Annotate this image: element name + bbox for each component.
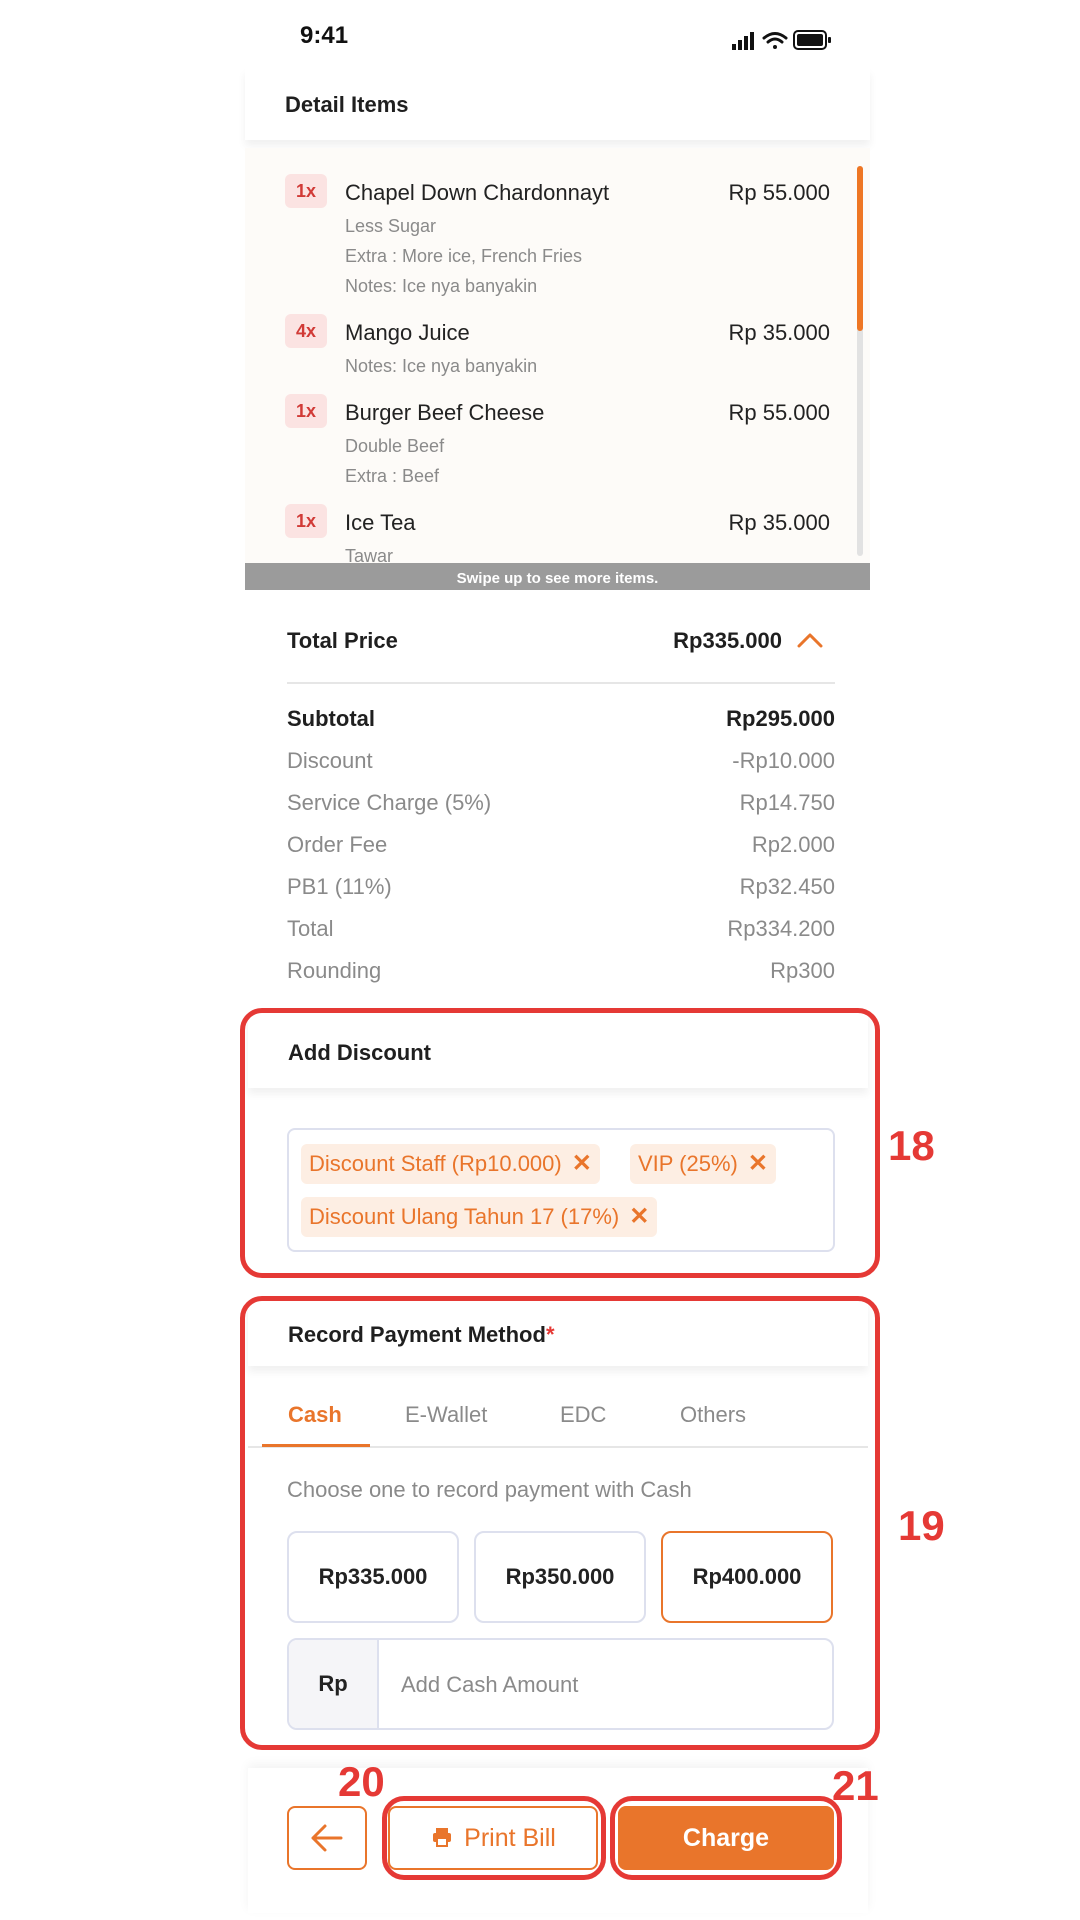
- annotation-label-19: 19: [898, 1502, 945, 1549]
- divider: [287, 682, 835, 684]
- summary-label: Subtotal: [287, 706, 375, 731]
- wifi-icon: [762, 32, 788, 49]
- summary-value: Rp334.200: [727, 916, 835, 941]
- summary-value: Rp32.450: [739, 874, 835, 899]
- detail-items-header: Detail Items: [245, 68, 870, 140]
- item-note: Notes: Ice nya banyakin: [345, 356, 538, 376]
- annotation-label-20: 20: [338, 1758, 385, 1805]
- item-name: Burger Beef Cheese: [345, 400, 545, 425]
- item-name: Mango Juice: [345, 320, 470, 345]
- annotation-label-21: 21: [832, 1762, 879, 1809]
- item-name: Chapel Down Chardonnayt: [345, 180, 610, 205]
- item-price: Rp 55.000: [728, 180, 830, 205]
- item-note: Less Sugar: [345, 216, 437, 236]
- total-price-value: Rp335.000: [673, 628, 782, 653]
- back-button[interactable]: [287, 1806, 367, 1870]
- summary-label: PB1 (11%): [287, 874, 392, 899]
- summary-value: Rp295.000: [726, 706, 835, 731]
- quantity-badge: 1x: [285, 504, 327, 538]
- summary-label: Service Charge (5%): [287, 790, 492, 815]
- item-note: Notes: Ice nya banyakin: [345, 276, 538, 296]
- item-note: Double Beef: [345, 436, 445, 456]
- total-price-label: Total Price: [287, 628, 398, 653]
- quantity-badge: 4x: [285, 314, 327, 348]
- item-note: Extra : More ice, French Fries: [345, 246, 583, 266]
- quantity-badge: 1x: [285, 394, 327, 428]
- summary-label: Order Fee: [287, 832, 388, 857]
- item-price: Rp 35.000: [728, 320, 830, 345]
- signal-icon: [732, 32, 754, 50]
- items-list[interactable]: 1x Chapel Down Chardonnayt Rp 55.000 Les…: [245, 148, 870, 590]
- annotation-box-21: [610, 1796, 842, 1880]
- summary-label: Total: [287, 916, 334, 941]
- status-time: 9:41: [300, 22, 349, 49]
- item-name: Ice Tea: [345, 510, 416, 535]
- quantity-badge: 1x: [285, 174, 327, 208]
- summary-value: Rp300: [770, 958, 835, 983]
- summary-value: Rp2.000: [751, 832, 835, 857]
- battery-icon: [793, 30, 831, 50]
- summary-label: Discount: [287, 748, 373, 773]
- summary-value: -Rp10.000: [732, 748, 835, 773]
- chevron-up-icon[interactable]: [795, 628, 825, 652]
- summary-value: Rp14.750: [739, 790, 835, 815]
- item-price: Rp 35.000: [728, 510, 830, 535]
- detail-items-title: Detail Items: [285, 92, 409, 117]
- annotation-box-18: [240, 1008, 880, 1278]
- item-note: Extra : Beef: [345, 466, 440, 486]
- scrollbar-thumb[interactable]: [857, 166, 863, 331]
- summary-label: Rounding: [287, 958, 382, 983]
- annotation-label-18: 18: [888, 1122, 935, 1169]
- swipe-hint-banner: Swipe up to see more items.: [245, 563, 870, 590]
- annotation-box-19: [240, 1296, 880, 1750]
- annotation-box-20: [382, 1796, 606, 1880]
- item-price: Rp 55.000: [728, 400, 830, 425]
- arrow-left-icon: [311, 1824, 343, 1852]
- status-icons: [732, 30, 831, 50]
